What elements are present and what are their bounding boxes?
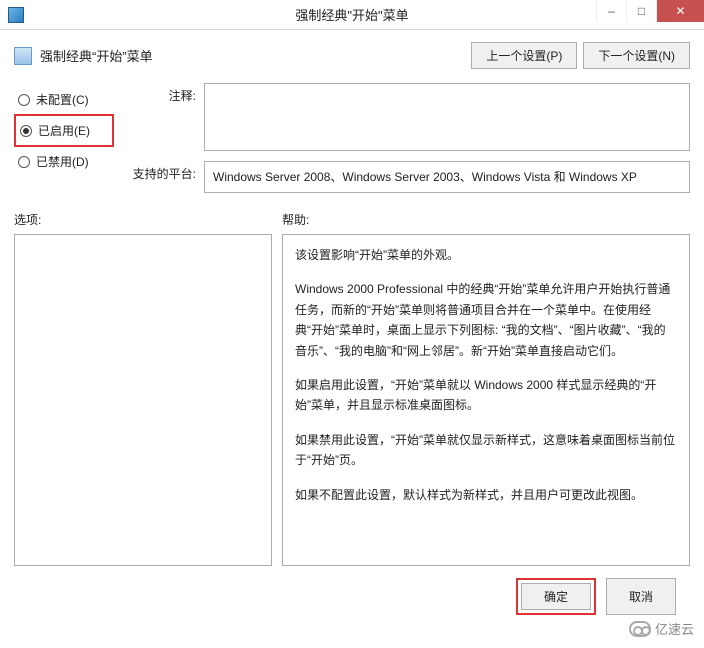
radio-enabled-highlight: 已启用(E) — [14, 114, 114, 147]
maximize-button[interactable]: □ — [626, 0, 656, 22]
options-panel[interactable] — [14, 234, 272, 566]
nav-buttons: 上一个设置(P) 下一个设置(N) — [471, 42, 690, 69]
radio-label: 已禁用(D) — [36, 153, 89, 170]
comment-label: 注释: — [126, 83, 196, 104]
ok-highlight: 确定 — [516, 578, 596, 615]
footer-buttons: 确定 取消 — [14, 566, 690, 615]
radio-label: 未配置(C) — [36, 91, 89, 108]
comment-row: 注释: — [126, 83, 690, 151]
cancel-button[interactable]: 取消 — [606, 578, 676, 615]
radio-enabled[interactable]: 已启用(E) — [18, 120, 110, 141]
platform-row: 支持的平台: Windows Server 2008、Windows Serve… — [126, 161, 690, 193]
radio-group: 未配置(C) 已启用(E) 已禁用(D) — [14, 83, 114, 193]
watermark-text: 亿速云 — [655, 619, 694, 638]
content-area: 强制经典“开始”菜单 上一个设置(P) 下一个设置(N) 未配置(C) 已启用(… — [0, 30, 704, 625]
watermark-icon — [629, 621, 651, 637]
policy-icon — [14, 47, 32, 65]
help-label: 帮助: — [282, 211, 690, 228]
config-area: 未配置(C) 已启用(E) 已禁用(D) 注释: 支持的平台: Windows … — [14, 83, 690, 193]
titlebar: 强制经典"开始"菜单 – □ ✕ — [0, 0, 704, 30]
window-buttons: – □ ✕ — [596, 0, 704, 22]
help-paragraph: 该设置影响“开始”菜单的外观。 — [295, 245, 677, 265]
radio-icon — [18, 156, 30, 168]
comment-input[interactable] — [204, 83, 690, 151]
radio-icon-selected — [20, 125, 32, 137]
help-paragraph: 如果不配置此设置，默认样式为新样式，并且用户可更改此视图。 — [295, 485, 677, 505]
options-column: 选项: — [14, 211, 272, 566]
platform-value: Windows Server 2008、Windows Server 2003、… — [204, 161, 690, 193]
radio-not-configured[interactable]: 未配置(C) — [14, 85, 114, 114]
minimize-button[interactable]: – — [596, 0, 626, 22]
platform-label: 支持的平台: — [126, 161, 196, 182]
ok-button[interactable]: 确定 — [521, 583, 591, 610]
help-paragraph: 如果启用此设置，“开始”菜单就以 Windows 2000 样式显示经典的“开始… — [295, 375, 677, 416]
prev-setting-button[interactable]: 上一个设置(P) — [471, 42, 577, 69]
help-column: 帮助: 该设置影响“开始”菜单的外观。 Windows 2000 Professi… — [282, 211, 690, 566]
radio-disabled[interactable]: 已禁用(D) — [14, 147, 114, 176]
header-row: 强制经典“开始”菜单 上一个设置(P) 下一个设置(N) — [14, 42, 690, 69]
radio-label: 已启用(E) — [38, 122, 90, 139]
watermark: 亿速云 — [625, 617, 698, 640]
next-setting-button[interactable]: 下一个设置(N) — [583, 42, 690, 69]
help-paragraph: 如果禁用此设置，“开始”菜单就仅显示新样式，这意味着桌面图标当前位于“开始”页。 — [295, 430, 677, 471]
help-paragraph: Windows 2000 Professional 中的经典“开始”菜单允许用户… — [295, 279, 677, 361]
fields-area: 注释: 支持的平台: Windows Server 2008、Windows S… — [126, 83, 690, 193]
radio-icon — [18, 94, 30, 106]
help-panel[interactable]: 该设置影响“开始”菜单的外观。 Windows 2000 Professional… — [282, 234, 690, 566]
lower-area: 选项: 帮助: 该设置影响“开始”菜单的外观。 Windows 2000 Prof… — [14, 211, 690, 566]
policy-title: 强制经典“开始”菜单 — [40, 46, 153, 65]
close-button[interactable]: ✕ — [656, 0, 704, 22]
options-label: 选项: — [14, 211, 272, 228]
